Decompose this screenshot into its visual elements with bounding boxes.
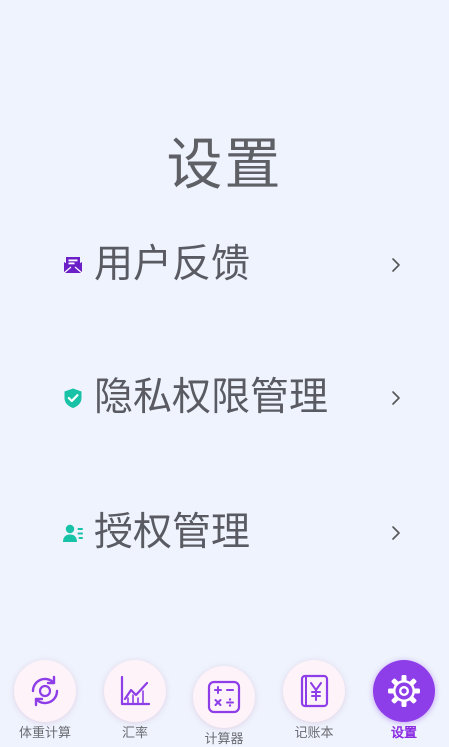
trend-chart-icon [120,675,151,706]
tab-ledger[interactable]: 记账本 [274,650,354,746]
page-title: 设置 [166,133,283,198]
calculator-icon [207,680,241,714]
chevron-right-icon [392,258,400,272]
mail-icon [63,257,83,274]
menu-item-label: 用户反馈 [94,242,251,287]
tab-icon-circle [14,660,76,722]
tab-icon-circle [373,660,435,722]
user-list-icon [63,524,83,542]
tab-calculator[interactable]: 计算器 [184,650,264,747]
tab-label: 汇率 [121,726,148,741]
tab-label: 设置 [390,726,417,741]
bottom-tab-bar: 体重计算 汇率 计算器 记账本 设置 [0,650,449,747]
gear-icon [388,675,420,707]
chevron-right-icon [392,391,400,405]
tab-weight-calc[interactable]: 体重计算 [5,650,85,746]
tab-settings[interactable]: 设置 [364,650,444,746]
menu-item-label: 隐私权限管理 [94,375,329,420]
tab-exchange-rate[interactable]: 汇率 [95,650,175,746]
tab-label: 体重计算 [18,726,71,741]
menu-item-privacy[interactable]: 隐私权限管理 [0,363,449,433]
tab-label: 计算器 [204,732,244,747]
shield-check-icon [64,388,82,408]
menu-item-authorization[interactable]: 授权管理 [0,498,449,568]
chevron-right-icon [392,526,400,540]
yen-book-icon [300,674,329,708]
tab-icon-circle [104,660,166,722]
tab-icon-circle [283,660,345,722]
cycle-icon [31,675,59,707]
tab-icon-circle [193,666,255,728]
menu-item-feedback[interactable]: 用户反馈 [0,230,449,300]
tab-label: 记账本 [294,726,334,741]
menu-item-label: 授权管理 [94,510,251,555]
